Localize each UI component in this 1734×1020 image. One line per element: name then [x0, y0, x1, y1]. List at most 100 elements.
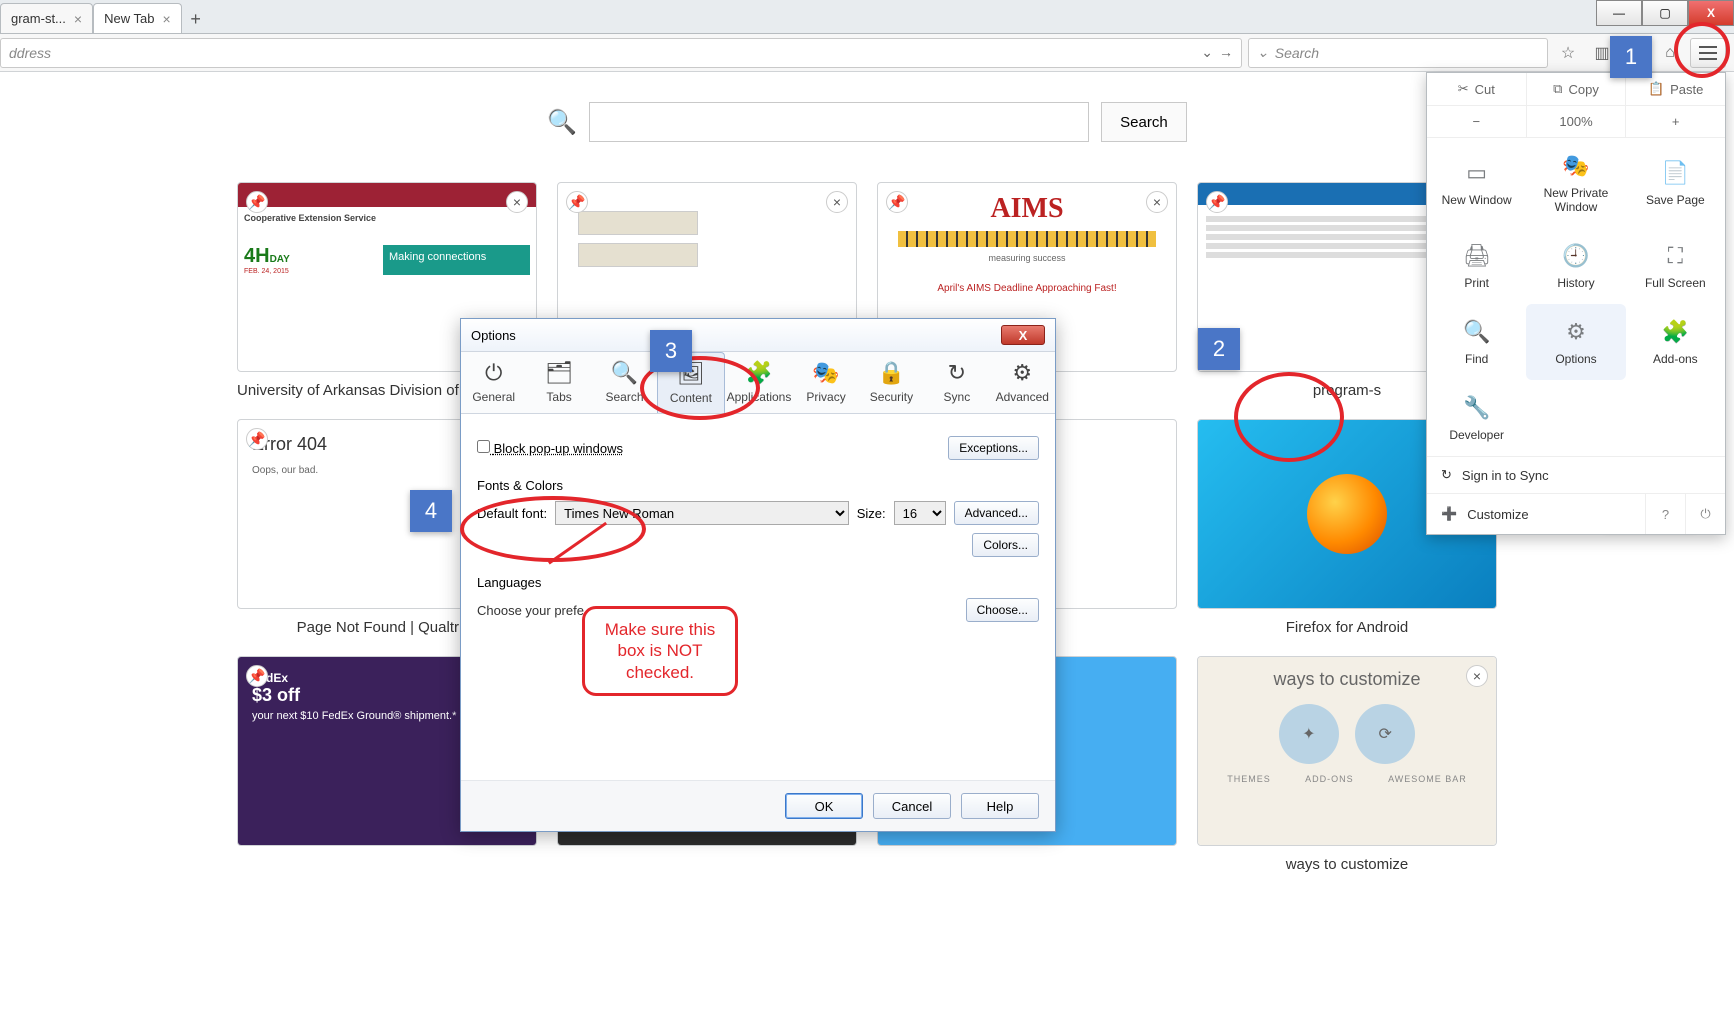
dlg-tab-general[interactable]: ⏻General — [461, 352, 526, 413]
dialog-close-button[interactable]: X — [1001, 325, 1045, 345]
minimize-icon: — — [1613, 6, 1625, 20]
size-label: Size: — [857, 506, 886, 521]
menu-find[interactable]: 🔍Find — [1427, 304, 1526, 380]
go-arrow-icon[interactable]: → — [1219, 44, 1233, 61]
thumb-themes: THEMES — [1227, 774, 1271, 784]
default-font-select[interactable]: Times New Roman — [555, 501, 849, 525]
plus-icon: ➕ — [1441, 506, 1457, 522]
pin-icon[interactable]: 📌 — [886, 191, 908, 213]
menu-history[interactable]: 🕘History — [1526, 228, 1625, 304]
tab-bar: gram-st... × New Tab × + — [0, 0, 1734, 34]
block-popups-label[interactable]: Block pop-up windows — [477, 440, 623, 456]
apps-icon: 🧩 — [745, 360, 772, 386]
window-minimize[interactable]: — — [1596, 0, 1642, 26]
menu-new-private[interactable]: 🎭New Private Window — [1526, 138, 1625, 228]
menu-new-window[interactable]: ▭New Window — [1427, 138, 1526, 228]
thumb-custom-title: ways to customize — [1210, 669, 1484, 690]
window-icon: ▭ — [1463, 159, 1491, 187]
menu-addons[interactable]: 🧩Add-ons — [1626, 304, 1725, 380]
search-icon: 🔍 — [547, 108, 577, 137]
search-engine-icon: ⌄ — [1257, 44, 1269, 61]
window-controls: — ▢ X — [1596, 0, 1734, 26]
dlg-tab-applications[interactable]: 🧩Applications — [725, 352, 794, 413]
window-maximize[interactable]: ▢ — [1642, 0, 1688, 26]
clipboard-icon: 📋 — [1648, 81, 1664, 97]
pin-icon[interactable]: 📌 — [246, 191, 268, 213]
tab-close-icon[interactable]: × — [162, 11, 170, 27]
dropdown-icon[interactable]: ⌄ — [1201, 44, 1213, 61]
tab-0[interactable]: gram-st... × — [0, 3, 93, 33]
dlg-tab-security[interactable]: 🔒Security — [859, 352, 924, 413]
new-tab-button[interactable]: + — [182, 5, 210, 33]
dialog-tabs: ⏻General 🗂Tabs 🔍Search 🖼Content 🧩Applica… — [461, 352, 1055, 414]
maximize-icon: ▢ — [1659, 6, 1670, 20]
help-button[interactable]: Help — [961, 793, 1039, 819]
tile-caption: ways to customize — [1197, 856, 1497, 873]
menu-signin[interactable]: ↻Sign in to Sync — [1427, 456, 1725, 493]
menu-options[interactable]: ⚙Options — [1526, 304, 1625, 380]
menu-developer[interactable]: 🔧Developer — [1427, 380, 1526, 456]
menu-print[interactable]: 🖨Print — [1427, 228, 1526, 304]
block-popups-checkbox[interactable] — [477, 440, 490, 453]
center-search-input[interactable] — [589, 102, 1089, 142]
copy-icon: ⧉ — [1553, 81, 1562, 97]
bookmark-star-icon[interactable]: ☆ — [1554, 39, 1582, 67]
tab-close-icon[interactable]: × — [74, 11, 82, 27]
cancel-button[interactable]: Cancel — [873, 793, 951, 819]
lock-icon: 🔒 — [878, 360, 905, 386]
font-advanced-button[interactable]: Advanced... — [954, 501, 1039, 525]
ok-button[interactable]: OK — [785, 793, 863, 819]
menu-customize[interactable]: ➕Customize — [1427, 496, 1645, 532]
wrench-icon: 🔧 — [1463, 394, 1491, 422]
annotation-marker-4: 4 — [410, 490, 452, 532]
menu-cut[interactable]: ✂Cut — [1427, 73, 1527, 105]
pin-icon[interactable]: 📌 — [246, 428, 268, 450]
dlg-tab-sync[interactable]: ↻Sync — [924, 352, 989, 413]
window-close[interactable]: X — [1688, 0, 1734, 26]
dlg-tab-privacy[interactable]: 🎭Privacy — [793, 352, 858, 413]
menu-save-page[interactable]: 📄Save Page — [1626, 138, 1725, 228]
pin-icon[interactable]: 📌 — [246, 665, 268, 687]
dialog-titlebar: Options X — [461, 319, 1055, 352]
pin-icon[interactable]: 📌 — [1206, 191, 1228, 213]
remove-tile-icon[interactable]: × — [1146, 191, 1168, 213]
close-icon: X — [1707, 6, 1715, 20]
tabs-icon: 🗂 — [545, 360, 573, 386]
search-bar[interactable]: ⌄ Search — [1248, 38, 1548, 68]
font-size-select[interactable]: 16 — [894, 501, 946, 525]
mask-icon: 🎭 — [812, 360, 839, 386]
center-search-button[interactable]: Search — [1101, 102, 1187, 142]
tab-1[interactable]: New Tab × — [93, 3, 182, 33]
annotation-marker-3: 3 — [650, 330, 692, 372]
dlg-tab-advanced[interactable]: ⚙Advanced — [990, 352, 1055, 413]
puzzle-icon: ✦ — [1279, 704, 1339, 764]
thumb-aims-tag: April's AIMS Deadline Approaching Fast! — [878, 283, 1176, 294]
power-icon[interactable]: ⏻ — [1685, 494, 1725, 534]
dlg-tab-tabs[interactable]: 🗂Tabs — [526, 352, 591, 413]
choose-language-button[interactable]: Choose... — [966, 598, 1039, 622]
scissors-icon: ✂ — [1458, 81, 1469, 97]
dialog-title: Options — [471, 328, 516, 343]
annotation-callout: Make sure this box is NOT checked. — [582, 606, 738, 696]
colors-button[interactable]: Colors... — [972, 533, 1039, 557]
address-bar[interactable]: ddress ⌄ → — [0, 38, 1242, 68]
remove-tile-icon[interactable]: × — [1466, 665, 1488, 687]
firefox-logo-icon — [1307, 474, 1387, 554]
gear-icon: ⚙ — [1012, 360, 1032, 386]
help-icon[interactable]: ? — [1645, 494, 1685, 534]
home-icon[interactable]: ⌂ — [1656, 39, 1684, 67]
menu-button[interactable] — [1690, 38, 1726, 68]
tile[interactable]: × ways to customize ✦ ⟳ THEMES ADD-ONS A… — [1197, 656, 1497, 873]
pin-icon[interactable]: 📌 — [566, 191, 588, 213]
expand-icon: ⛶ — [1661, 242, 1689, 270]
exceptions-button[interactable]: Exceptions... — [948, 436, 1039, 460]
address-placeholder: ddress — [9, 45, 51, 61]
dlg-tab-search[interactable]: 🔍Search — [592, 352, 657, 413]
remove-tile-icon[interactable]: × — [506, 191, 528, 213]
zoom-in[interactable]: + — [1626, 106, 1725, 137]
menu-full-screen[interactable]: ⛶Full Screen — [1626, 228, 1725, 304]
remove-tile-icon[interactable]: × — [826, 191, 848, 213]
puzzle-icon: 🧩 — [1661, 318, 1689, 346]
zoom-out[interactable]: − — [1427, 106, 1527, 137]
page-icon: 📄 — [1661, 159, 1689, 187]
